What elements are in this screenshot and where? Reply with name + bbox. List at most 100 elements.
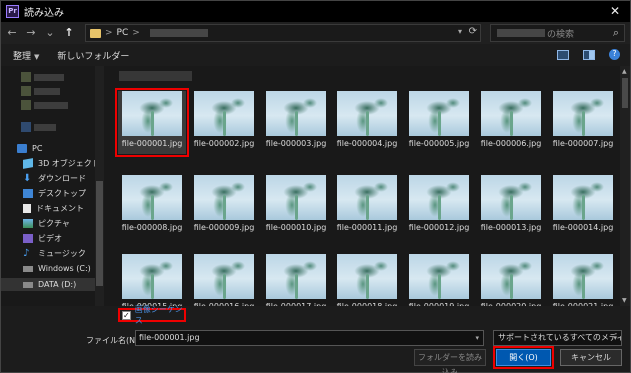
filename-field[interactable]: file-000001.jpg ▾ bbox=[135, 330, 484, 346]
file-thumbnail bbox=[266, 91, 326, 136]
file-thumbnail bbox=[122, 254, 182, 299]
sidebar-scrollbar-thumb[interactable] bbox=[96, 181, 103, 286]
file-name: file-000012.jpg bbox=[408, 223, 470, 232]
scroll-down-icon[interactable]: ▼ bbox=[622, 297, 627, 304]
address-bar[interactable]: > PC > ▾ ⟳ bbox=[85, 24, 481, 42]
file-type-select[interactable]: サポートされているすべてのメディア (* ▾ bbox=[493, 330, 622, 346]
sidebar-item-pc[interactable]: PC bbox=[17, 142, 42, 155]
open-button[interactable]: 開く(O) bbox=[493, 346, 554, 369]
preview-pane-icon[interactable] bbox=[583, 49, 595, 60]
sidebar-item-label: Windows (C:) bbox=[38, 264, 91, 273]
file-tile[interactable]: file-000007.jpg bbox=[549, 91, 617, 154]
search-input[interactable]: の検索 ⌕ bbox=[490, 24, 625, 42]
organize-button[interactable]: 整理 ▼ bbox=[13, 49, 39, 62]
sidebar-item-label: 3D オブジェクト bbox=[38, 159, 100, 168]
file-tile[interactable]: file-000002.jpg bbox=[190, 91, 258, 154]
breadcrumb-separator: > bbox=[105, 28, 113, 38]
sidebar-item-pictures[interactable]: ピクチャ bbox=[23, 217, 70, 230]
sidebar-item-music[interactable]: ♪ ミュージック bbox=[23, 247, 86, 260]
download-icon: ⬇ bbox=[23, 173, 32, 184]
cancel-button[interactable]: キャンセル bbox=[560, 349, 622, 366]
video-icon bbox=[23, 234, 33, 243]
file-tile[interactable]: file-000003.jpg bbox=[262, 91, 330, 154]
scroll-up-icon[interactable]: ▲ bbox=[622, 68, 627, 75]
file-name: file-000011.jpg bbox=[336, 223, 398, 232]
chevron-down-icon[interactable]: ▾ bbox=[475, 331, 479, 345]
sidebar-item-label: デスクトップ bbox=[38, 189, 86, 198]
premiere-app-icon: Pr bbox=[6, 5, 19, 18]
new-folder-button[interactable]: 新しいフォルダー bbox=[57, 49, 129, 62]
file-tile[interactable]: file-000020.jpg bbox=[477, 254, 545, 306]
drive-icon bbox=[23, 281, 33, 288]
command-bar: 整理 ▼ 新しいフォルダー ? bbox=[1, 44, 630, 66]
file-name: file-000005.jpg bbox=[408, 139, 470, 148]
file-tile[interactable]: file-000019.jpg bbox=[405, 254, 473, 306]
file-tile[interactable]: file-000009.jpg bbox=[190, 175, 258, 238]
close-button[interactable]: ✕ bbox=[608, 4, 622, 18]
file-name: file-000008.jpg bbox=[121, 223, 183, 232]
chevron-down-icon[interactable]: ▾ bbox=[458, 27, 462, 36]
file-tile[interactable]: file-000014.jpg bbox=[549, 175, 617, 238]
change-view-icon[interactable] bbox=[557, 49, 569, 60]
file-name: file-000014.jpg bbox=[552, 223, 614, 232]
file-name: file-000002.jpg bbox=[193, 139, 255, 148]
file-tile[interactable]: file-000010.jpg bbox=[262, 175, 330, 238]
file-tile[interactable]: file-000013.jpg bbox=[477, 175, 545, 238]
blurred-search-scope bbox=[497, 29, 545, 37]
checkmark-icon[interactable]: ✓ bbox=[122, 310, 131, 320]
blurred-quick-access-item bbox=[21, 122, 31, 132]
music-icon: ♪ bbox=[23, 248, 30, 259]
sidebar-item-videos[interactable]: ビデオ bbox=[23, 232, 62, 245]
refresh-icon[interactable]: ⟳ bbox=[469, 26, 477, 37]
blurred-quick-access-item bbox=[21, 86, 31, 96]
file-list-scrollbar[interactable]: ▲ ▼ bbox=[620, 66, 630, 306]
sidebar-item-downloads[interactable]: ⬇ ダウンロード bbox=[23, 172, 86, 185]
file-tile[interactable]: file-000008.jpg bbox=[118, 175, 186, 238]
forward-button[interactable]: → bbox=[23, 25, 39, 41]
file-thumbnail bbox=[409, 254, 469, 299]
file-list-scrollbar-thumb[interactable] bbox=[622, 78, 628, 108]
file-tile[interactable]: file-000017.jpg bbox=[262, 254, 330, 306]
file-tile[interactable]: file-000011.jpg bbox=[333, 175, 401, 238]
file-tile[interactable]: file-000001.jpg bbox=[115, 88, 189, 157]
breadcrumb-pc[interactable]: PC bbox=[117, 28, 129, 38]
import-folder-button[interactable]: フォルダーを読み込み bbox=[414, 349, 486, 373]
file-list: file-000001.jpg file-000002.jpg file-00000… bbox=[111, 66, 619, 306]
blurred-group-header bbox=[119, 71, 192, 81]
help-icon[interactable]: ? bbox=[609, 49, 620, 60]
sidebar-item-3d-objects[interactable]: 3D オブジェクト bbox=[23, 157, 100, 170]
file-type-value: サポートされているすべてのメディア (* bbox=[498, 333, 622, 342]
file-thumbnail bbox=[194, 91, 254, 136]
image-sequence-checkbox[interactable]: ✓ 画像シーケンス bbox=[118, 305, 186, 325]
file-name: file-000003.jpg bbox=[265, 139, 327, 148]
up-folder-button[interactable]: ↑ bbox=[61, 25, 77, 41]
file-tile[interactable]: file-000004.jpg bbox=[333, 91, 401, 154]
file-tile[interactable]: file-000006.jpg bbox=[477, 91, 545, 154]
file-tile[interactable]: file-000018.jpg bbox=[333, 254, 401, 306]
breadcrumb-separator: > bbox=[132, 28, 140, 38]
sidebar-item-desktop[interactable]: デスクトップ bbox=[23, 187, 86, 200]
search-icon: ⌕ bbox=[612, 26, 619, 39]
recent-locations-button[interactable]: ⌄ bbox=[42, 25, 58, 41]
sidebar-item-label: PC bbox=[32, 144, 43, 153]
file-tile[interactable]: file-000015.jpg bbox=[118, 254, 186, 306]
file-thumbnail bbox=[266, 175, 326, 220]
sidebar-item-data-d[interactable]: DATA (D:) bbox=[1, 278, 95, 291]
sidebar-item-windows-c[interactable]: Windows (C:) bbox=[23, 262, 91, 275]
drive-icon bbox=[23, 265, 33, 272]
sidebar-item-documents[interactable]: ドキュメント bbox=[23, 202, 84, 215]
chevron-down-icon: ▾ bbox=[613, 334, 617, 342]
file-thumbnail bbox=[337, 254, 397, 299]
blurred-label bbox=[34, 124, 56, 131]
sidebar-scrollbar[interactable] bbox=[95, 66, 104, 306]
window-title: 読み込み bbox=[24, 8, 64, 19]
file-tile[interactable]: file-000016.jpg bbox=[190, 254, 258, 306]
pc-icon bbox=[17, 144, 27, 153]
file-tile[interactable]: file-000005.jpg bbox=[405, 91, 473, 154]
view-controls: ? bbox=[557, 49, 620, 60]
sidebar-item-label: ビデオ bbox=[38, 234, 62, 243]
file-thumbnail bbox=[553, 175, 613, 220]
back-button[interactable]: ← bbox=[4, 25, 20, 41]
file-tile[interactable]: file-000021.jpg bbox=[549, 254, 617, 306]
file-tile[interactable]: file-000012.jpg bbox=[405, 175, 473, 238]
